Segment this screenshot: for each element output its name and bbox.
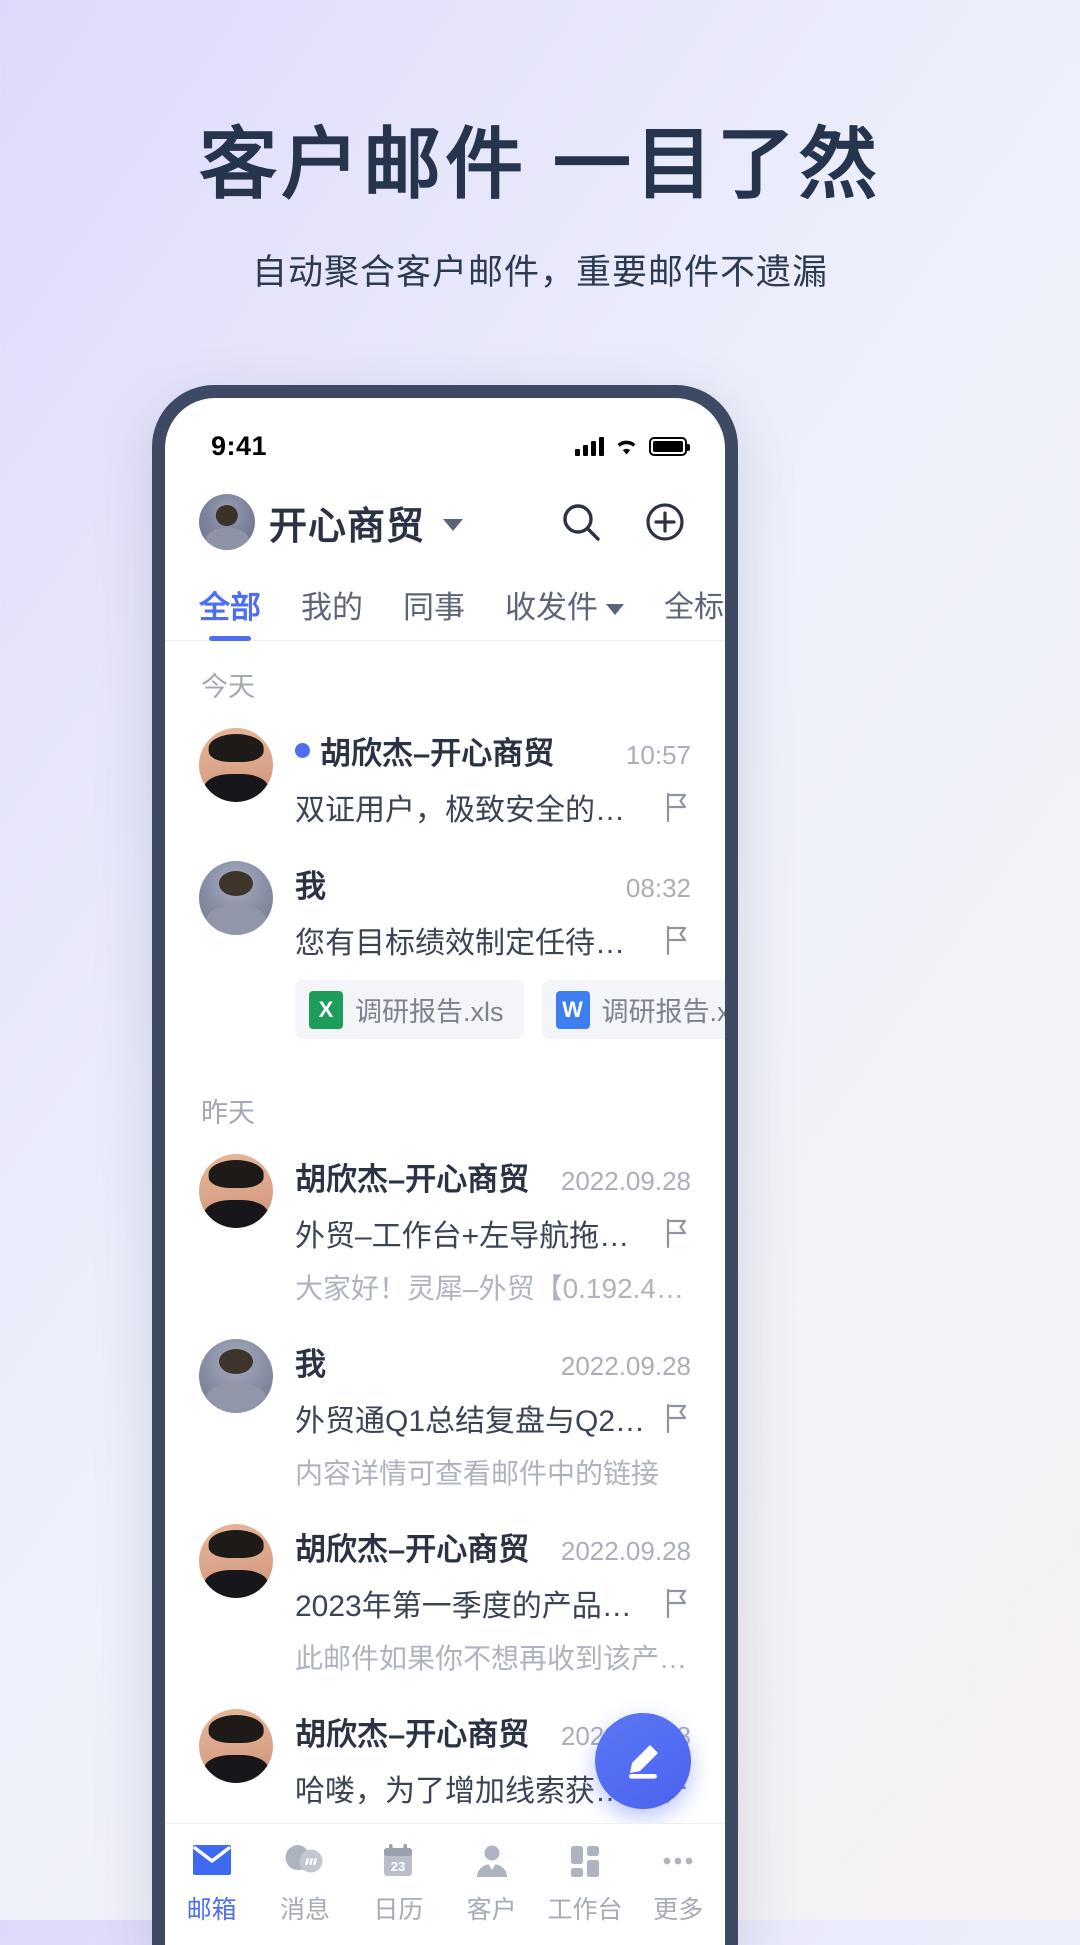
customer-icon [445,1836,538,1886]
attachment-name: 调研报告.xls [601,997,726,1027]
mail-subject: 外贸–工作台+左导航拖动+文档聚合上... [295,1220,653,1253]
mail-subject: 外贸通Q1总结复盘与Q2OKR制定 [295,1405,653,1438]
tab-label: 我的 [301,589,363,625]
nav-item-workbench[interactable]: 工作台 [538,1836,631,1926]
mail-list-item[interactable]: 胡欣杰–开心商贸 2022.09.28 2023年第一季度的产品展示和样本需求.… [165,1514,725,1699]
tab-label: 全部 [199,589,261,625]
search-icon[interactable] [557,498,605,546]
flag-icon[interactable] [665,1403,691,1434]
flag-icon[interactable] [665,1588,691,1619]
tab-label: 收发件 [505,589,598,625]
tab-colleagues[interactable]: 同事 [403,582,465,627]
workbench-icon [538,1836,631,1886]
mail-icon [165,1836,258,1886]
calendar-icon: 23 [352,1836,445,1886]
mail-subject: 双证用户，极致安全的性能体验 [295,794,653,827]
unread-dot [295,743,310,758]
mail-list: 今天 胡欣杰–开心商贸 10:57 双证用户，极致安全的性能体验 [165,641,725,1832]
mail-list-item[interactable]: 我 2022.09.28 外贸通Q1总结复盘与Q2OKR制定 内容详情可查看邮件… [165,1329,725,1514]
status-indicators [575,436,690,456]
nav-label: 邮箱 [186,1896,237,1924]
promo-header: 客户邮件 一目了然 自动聚合客户邮件，重要邮件不遗漏 [0,0,1080,295]
mail-list-item[interactable]: 胡欣杰–开心商贸 10:57 双证用户，极致安全的性能体验 [165,718,725,851]
compose-pencil-icon [629,1745,658,1779]
nav-item-calendar[interactable]: 23 日历 [352,1836,445,1926]
attachment-name: 调研报告.xls [355,997,504,1027]
tab-mine[interactable]: 我的 [301,582,363,627]
nav-label: 日历 [373,1896,424,1924]
nav-label: 工作台 [547,1896,623,1924]
nav-label: 消息 [279,1896,330,1924]
chevron-down-icon[interactable] [606,603,624,615]
battery-icon [649,436,690,456]
mail-preview: 大家好！灵犀–外贸【0.192.4】版本，经过... [295,1273,691,1304]
phone-screen: 9:41 开心商贸 全部 我的 同事 收发件 全标已读 今天 [165,398,725,1945]
nav-item-customers[interactable]: 客户 [445,1836,538,1926]
avatar [199,1524,273,1598]
mail-list-item[interactable]: 胡欣杰–开心商贸 2022.09.28 外贸–工作台+左导航拖动+文档聚合上..… [165,1144,725,1329]
mail-list-item[interactable]: 我 08:32 您有目标绩效制定任待处理，请及时添加... X 调研报告.xls [165,851,725,1061]
nav-label: 客户 [466,1896,517,1924]
mail-time: 2022.09.28 [560,1351,691,1381]
flag-icon[interactable] [665,1218,691,1249]
avatar [199,861,273,935]
avatar [199,1709,273,1783]
mail-sender: 胡欣杰–开心商贸 [295,1162,530,1197]
mail-preview: 内容详情可查看邮件中的链接 [295,1458,660,1489]
avatar[interactable] [199,494,255,550]
page-title: 客户邮件 一目了然 [199,120,881,208]
nav-item-more[interactable]: 更多 [632,1836,725,1926]
tab-label: 同事 [403,589,465,625]
attachment-chip[interactable]: X 调研报告.xls [295,980,524,1039]
mail-subject: 2023年第一季度的产品展示和样本需求... [295,1590,653,1623]
attachment-chip[interactable]: W 调研报告.xls [541,980,726,1039]
avatar [199,1154,273,1228]
nav-label: 更多 [653,1896,704,1924]
more-dots-icon [632,1836,725,1886]
nav-item-mail[interactable]: 邮箱 [165,1836,258,1926]
mark-all-read-button[interactable]: 全标已读 [664,582,725,626]
phone-mockup: 9:41 开心商贸 全部 我的 同事 收发件 全标已读 今天 [152,385,738,1945]
mail-sender: 胡欣杰–开心商贸 [295,1717,530,1752]
tab-all[interactable]: 全部 [199,582,261,627]
excel-file-icon: X [309,990,343,1029]
app-header: 开心商贸 [165,476,725,568]
mail-sender: 我 [295,869,326,904]
chevron-down-icon[interactable] [443,519,464,531]
svg-text:23: 23 [391,1859,405,1874]
mail-time: 2022.09.28 [560,1536,691,1566]
status-time: 9:41 [211,430,268,461]
mail-preview: 此邮件如果你不想再收到该产品的提示... [295,1643,691,1674]
page-subtitle: 自动聚合客户邮件，重要邮件不遗漏 [251,252,828,292]
mail-sender: 胡欣杰–开心商贸 [295,1532,530,1567]
tab-bar: 全部 我的 同事 收发件 全标已读 [165,568,725,640]
flag-icon[interactable] [665,792,691,823]
group-label-yesterday: 昨天 [201,1098,255,1128]
mail-time: 10:57 [625,740,691,770]
group-label-today: 今天 [201,672,255,702]
status-bar: 9:41 [165,398,725,476]
plus-circle-icon[interactable] [641,498,689,546]
attachment-list: X 调研报告.xls W 调研报告.xls [295,980,725,1039]
avatar [199,728,273,802]
word-file-icon: W [555,990,590,1029]
mail-time: 08:32 [625,873,691,903]
avatar [199,1339,273,1413]
nav-item-messages[interactable]: 消息 [258,1836,351,1926]
compose-fab-button[interactable] [595,1713,691,1809]
chat-icon [258,1836,351,1886]
org-name[interactable]: 开心商贸 [269,495,425,550]
mail-sender: 我 [295,1347,326,1382]
flag-icon[interactable] [665,925,691,956]
mail-subject: 您有目标绩效制定任待处理，请及时添加... [295,927,653,960]
mail-sender: 胡欣杰–开心商贸 [320,736,555,771]
signal-icon [575,436,604,456]
tab-sendreceive[interactable]: 收发件 [505,582,624,627]
bottom-navigation: 邮箱 消息 23 日历 客户 工作台 更多 [165,1823,725,1945]
wifi-icon [614,437,639,456]
mail-time: 2022.09.28 [560,1166,691,1196]
